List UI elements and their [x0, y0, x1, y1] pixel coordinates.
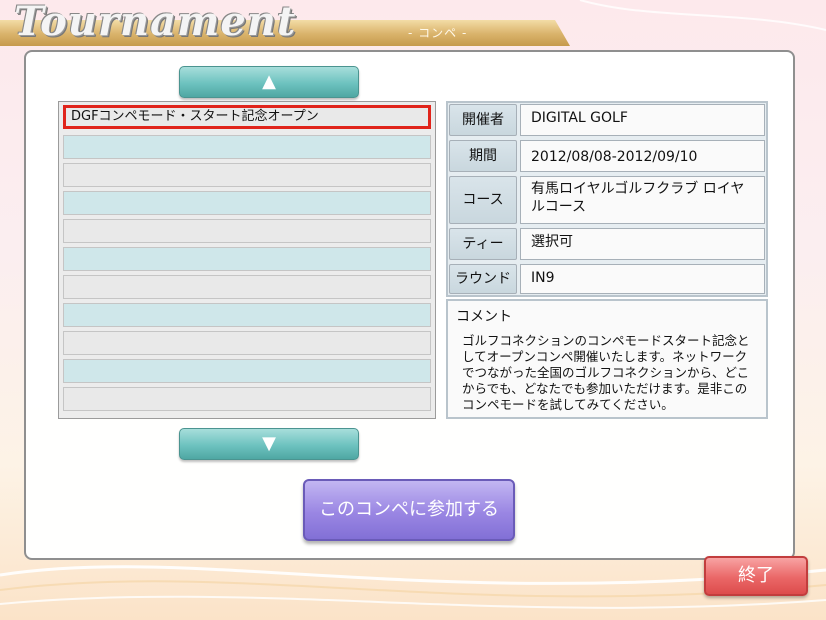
page-title: Tournament: [14, 0, 297, 45]
period-value: 2012/08/08-2012/09/10: [520, 140, 765, 172]
tournament-list-item[interactable]: [63, 135, 431, 159]
comment-box: コメント ゴルフコネクションのコンペモードスタート記念としてオープンコンペ開催い…: [446, 299, 768, 419]
tournament-list-item[interactable]: DGFコンペモード・スタート記念オープン: [63, 105, 431, 129]
up-arrow-icon: ▲: [262, 71, 276, 92]
scroll-down-button[interactable]: ▼: [179, 428, 359, 460]
tournament-list-item[interactable]: [63, 359, 431, 383]
course-value: 有馬ロイヤルゴルフクラブ ロイヤルコース: [520, 176, 765, 224]
scroll-up-button[interactable]: ▲: [179, 66, 359, 98]
round-value: IN9: [520, 264, 765, 294]
tournament-list-item[interactable]: [63, 275, 431, 299]
down-arrow-icon: ▼: [262, 433, 276, 454]
tee-label: ティー: [449, 228, 517, 260]
organizer-label: 開催者: [449, 104, 517, 136]
exit-button[interactable]: 終了: [704, 556, 808, 596]
comment-text: ゴルフコネクションのコンペモードスタート記念としてオープンコンペ開催いたします。…: [462, 333, 750, 412]
tournament-list-item[interactable]: [63, 247, 431, 271]
tournament-list-item[interactable]: [63, 191, 431, 215]
page-subtitle: - コンペ -: [408, 26, 468, 40]
tournament-list-item[interactable]: [63, 303, 431, 327]
join-competition-button[interactable]: このコンペに参加する: [303, 479, 515, 541]
course-label: コース: [449, 176, 517, 224]
tournament-list-item[interactable]: [63, 219, 431, 243]
tee-value: 選択可: [520, 228, 765, 260]
period-label: 期間: [449, 140, 517, 172]
tournament-list-item[interactable]: [63, 163, 431, 187]
tournament-list: DGFコンペモード・スタート記念オープン: [58, 101, 436, 419]
comment-label: コメント: [456, 309, 512, 325]
tournament-list-item[interactable]: [63, 331, 431, 355]
round-label: ラウンド: [449, 264, 517, 294]
organizer-value: DIGITAL GOLF: [520, 104, 765, 136]
tournament-list-item[interactable]: [63, 387, 431, 411]
